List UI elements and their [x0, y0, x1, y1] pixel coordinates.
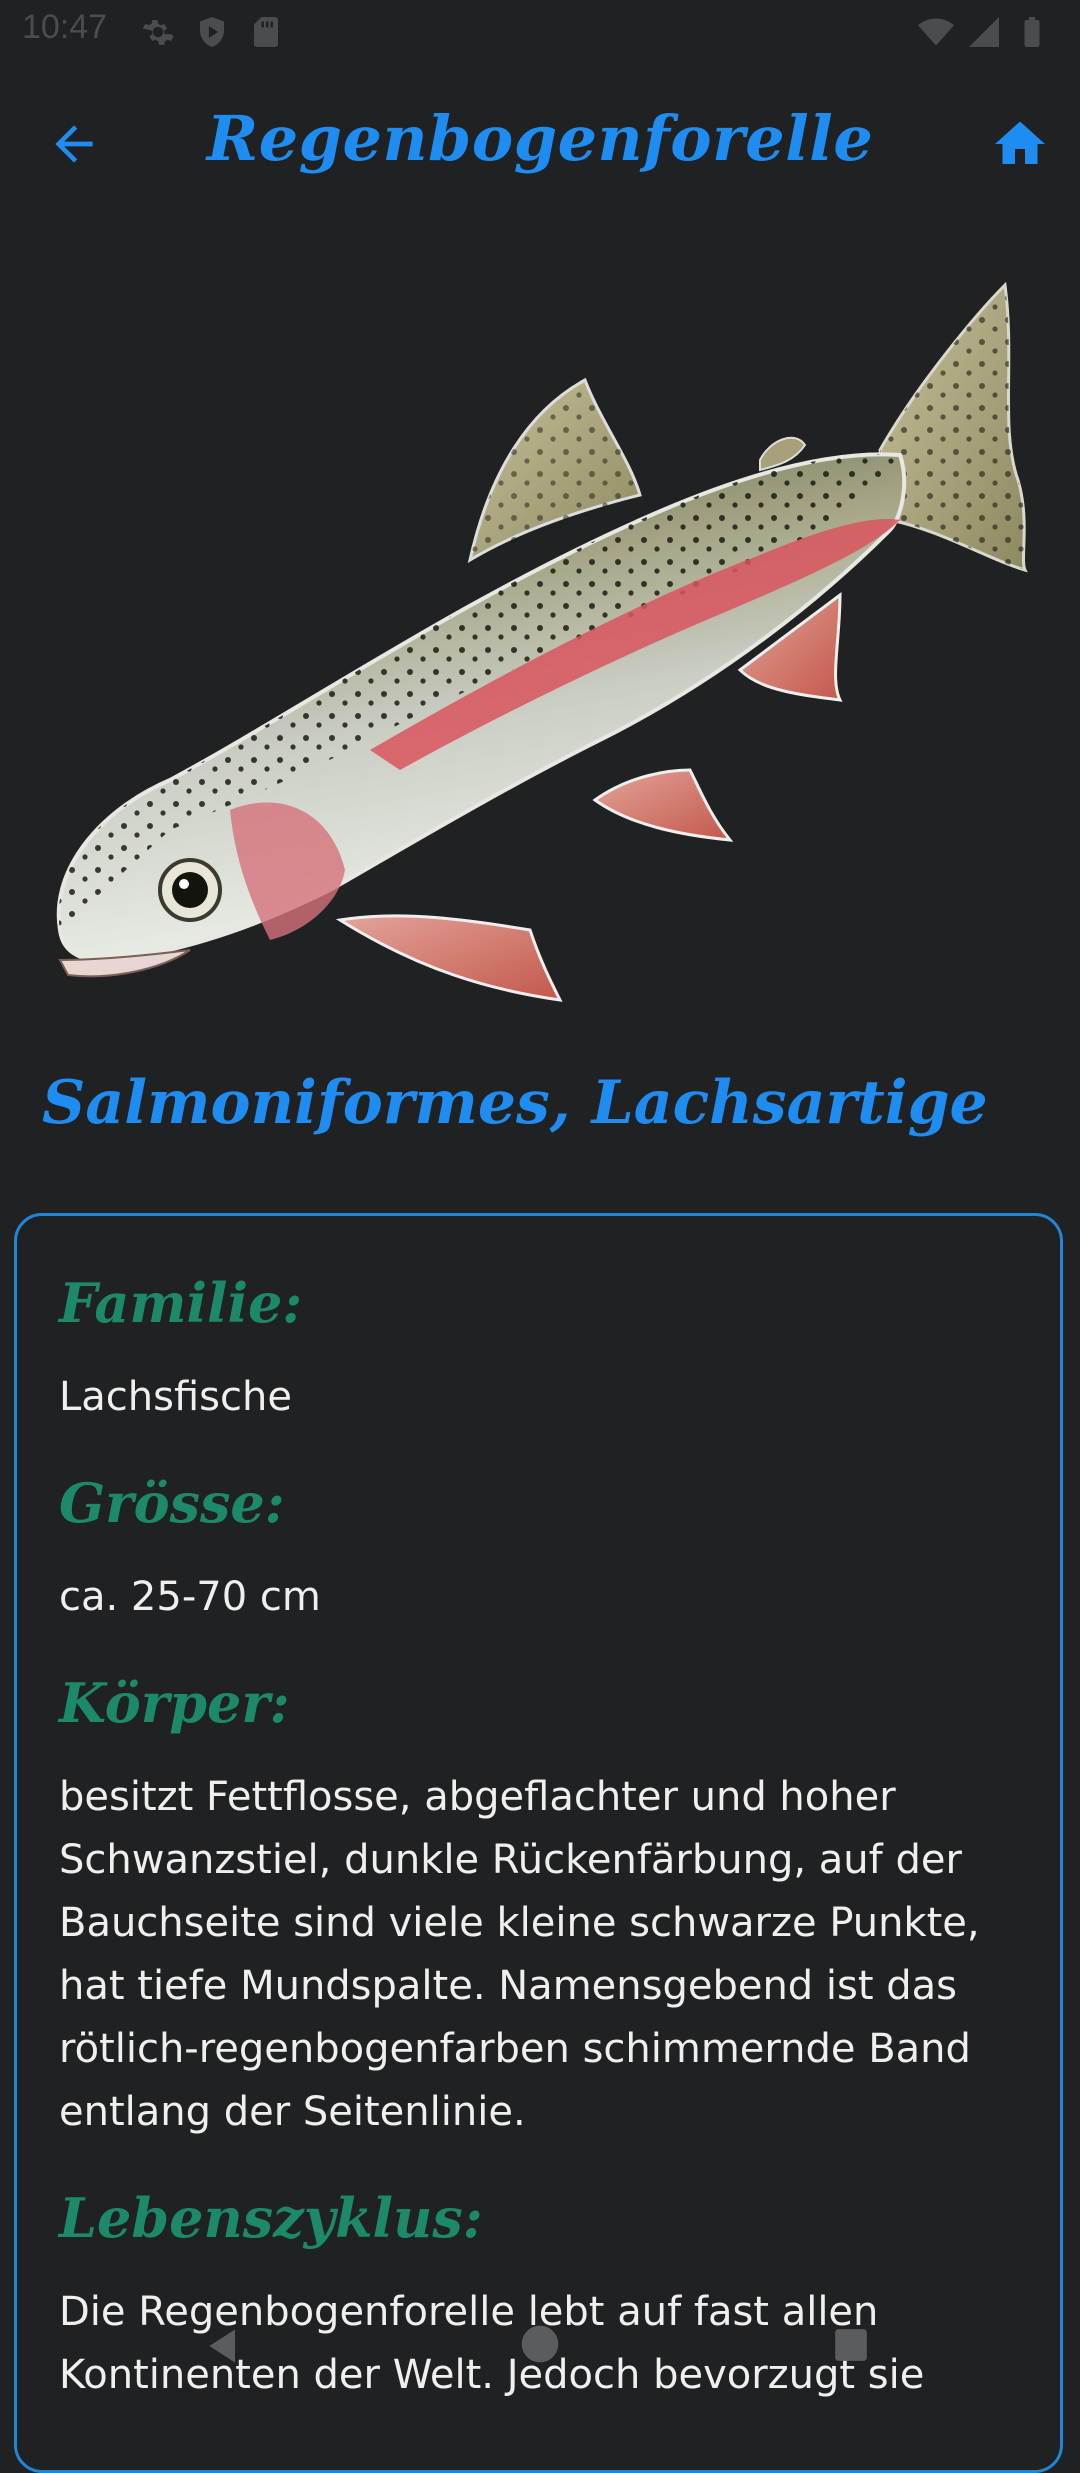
- status-icons-right: [918, 14, 1050, 50]
- nav-back-icon[interactable]: [202, 2324, 246, 2368]
- system-nav-bar: [0, 2310, 1080, 2400]
- wifi-icon: [918, 18, 954, 46]
- rainbow-trout-illustration: [56, 281, 1028, 1002]
- status-time: 10:47: [22, 8, 108, 46]
- info-card: Familie: Lachsfische Grösse: ca. 25-70 c…: [14, 1213, 1063, 2473]
- settings-icon: [142, 20, 174, 45]
- status-icons-left: [140, 14, 284, 50]
- nav-home-icon[interactable]: [520, 2324, 560, 2364]
- nav-recents-icon[interactable]: [832, 2326, 870, 2364]
- section-text-familie: Lachsfische: [59, 1374, 292, 1420]
- status-bar: 10:47: [0, 0, 1080, 64]
- section-text-koerper: besitzt Fettflosse, abgeflachter und hoh…: [59, 1774, 980, 2135]
- section-text-groesse: ca. 25-70 cm: [59, 1574, 321, 1620]
- page-title: Regenbogenforelle: [206, 102, 874, 175]
- home-icon[interactable]: [990, 114, 1050, 174]
- order-title: Salmoniformes, Lachsartige: [42, 1068, 988, 1138]
- sd-card-icon: [254, 17, 278, 47]
- app-bar: Regenbogenforelle: [0, 90, 1080, 200]
- shield-play-icon: [200, 17, 224, 47]
- signal-icon: [969, 17, 999, 47]
- section-heading-lebenszyklus: Lebenszyklus:: [59, 2186, 483, 2250]
- fish-image: [40, 270, 1030, 1020]
- section-heading-koerper: Körper:: [59, 1671, 290, 1735]
- section-heading-groesse: Grösse:: [59, 1471, 285, 1535]
- section-heading-familie: Familie:: [59, 1271, 303, 1335]
- battery-icon: [1024, 17, 1040, 47]
